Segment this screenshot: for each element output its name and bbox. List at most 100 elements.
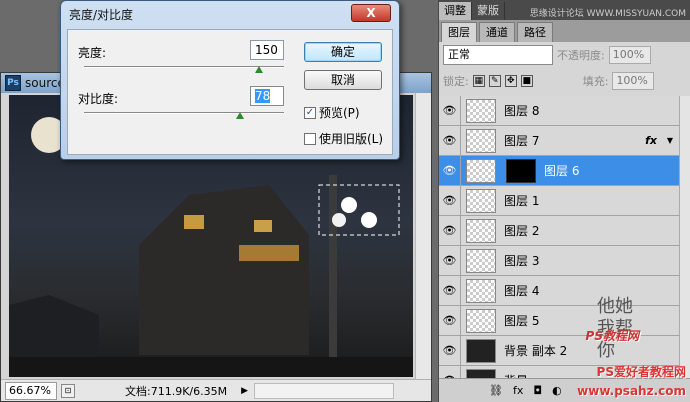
lock-all-icon[interactable]: ■ (520, 75, 533, 87)
lock-label: 锁定: (443, 75, 469, 88)
blend-row: 正常 不透明度: 100% (439, 42, 690, 68)
layer-row[interactable]: 👁 图层 1 (439, 185, 679, 216)
layer-name: 图层 3 (504, 254, 540, 268)
fill-label: 填充: (582, 75, 609, 88)
fill-input[interactable]: 100% (612, 72, 655, 90)
layer-thumbnail (466, 188, 496, 213)
checkbox-empty-icon (304, 132, 316, 145)
layer-thumbnail (466, 338, 496, 363)
horizontal-scrollbar[interactable] (254, 382, 395, 399)
eye-icon[interactable]: 👁 (439, 185, 461, 216)
legacy-checkbox[interactable]: 使用旧版(L) (304, 130, 383, 147)
eye-icon[interactable]: 👁 (439, 365, 461, 378)
document-info: 文档:711.9K/6.35M (125, 384, 228, 398)
checkmark-icon: ✓ (304, 106, 316, 119)
preview-checkbox[interactable]: ✓ 预览(P) (304, 104, 360, 121)
layer-name: 图层 7 (504, 134, 540, 148)
eye-icon[interactable]: 👁 (439, 125, 461, 156)
adjustment-icon[interactable]: ◐ (552, 384, 562, 397)
layer-row[interactable]: 👁 图层 2 (439, 215, 679, 246)
layer-row[interactable]: 👁 图层 3 (439, 245, 679, 276)
close-button[interactable]: X (351, 4, 391, 22)
eye-icon[interactable]: 👁 (439, 335, 461, 366)
contrast-value: 78 (255, 89, 271, 103)
layer-name: 图层 5 (504, 314, 540, 328)
window-light (184, 215, 204, 229)
layer-thumbnail (466, 98, 496, 123)
eye-icon[interactable]: 👁 (439, 155, 461, 186)
dialog-title: 亮度/对比度 (69, 7, 134, 22)
eye-icon[interactable]: 👁 (439, 245, 461, 276)
tab-layers[interactable]: 图层 (441, 22, 477, 42)
lamp-bulb (361, 212, 377, 228)
layer-row-selected[interactable]: 👁 图层 6 (439, 155, 679, 186)
photoshop-icon: Ps (5, 75, 21, 91)
opacity-input[interactable]: 100% (608, 46, 651, 64)
brightness-slider-track[interactable] (84, 66, 284, 68)
opacity-label: 不透明度: (557, 49, 605, 62)
eye-icon[interactable]: 👁 (439, 275, 461, 306)
layer-thumbnail (466, 128, 496, 153)
tab-paths[interactable]: 路径 (517, 22, 553, 42)
contrast-slider-thumb[interactable] (236, 112, 244, 119)
fx-icon[interactable]: fx (513, 384, 523, 397)
eye-icon[interactable]: 👁 (439, 215, 461, 246)
status-menu-icon[interactable]: ⊡ (61, 383, 75, 398)
layer-row[interactable]: 👁 图层 5 (439, 305, 679, 336)
layers-panel-area: 调整 蒙版 思缘设计论坛 WWW.MISSYUAN.COM 图层 通道 路径 正… (438, 0, 690, 402)
brightness-input[interactable]: 150 (250, 40, 284, 60)
layer-thumbnail (466, 158, 496, 183)
contrast-slider-track[interactable] (84, 112, 284, 114)
tab-adjustments[interactable]: 调整 (439, 2, 472, 20)
dialog-body: 亮度: 150 对比度: 78 确定 取消 ✓ 预览(P) 使用旧版(L) (67, 29, 393, 155)
cancel-button[interactable]: 取消 (304, 70, 382, 90)
brightness-slider-thumb[interactable] (255, 66, 263, 73)
lock-move-icon[interactable]: ✥ (504, 75, 517, 87)
watermark-bottom-1: PS爱好者教程网 (596, 365, 686, 379)
tab-channels[interactable]: 通道 (479, 22, 515, 42)
layer-row[interactable]: 👁 图层 7 fx ▼ (439, 125, 679, 156)
eye-icon[interactable]: 👁 (439, 96, 461, 126)
ground-shape (9, 357, 413, 377)
eye-icon[interactable]: 👁 (439, 305, 461, 336)
legacy-label: 使用旧版(L) (319, 132, 384, 146)
layer-thumbnail (466, 248, 496, 273)
layer-mask-thumbnail[interactable] (506, 158, 536, 183)
layer-row[interactable]: 👁 背景 副本 2 (439, 335, 679, 366)
layer-name: 背景 副本 2 (504, 344, 568, 358)
layer-thumbnail (466, 368, 496, 378)
lock-transparency-icon[interactable]: ▦ (472, 75, 485, 87)
preview-label: 预览(P) (319, 106, 360, 120)
expand-arrow-icon[interactable]: ▼ (667, 136, 673, 145)
layers-tab-bar: 图层 通道 路径 (439, 20, 690, 42)
ok-button[interactable]: 确定 (304, 42, 382, 62)
watermark-bottom-2: www.psahz.com (577, 384, 686, 398)
lock-brush-icon[interactable]: ✎ (488, 75, 501, 87)
layer-name: 图层 2 (504, 224, 540, 238)
window-light (239, 245, 299, 261)
watermark-top: 思缘设计论坛 WWW.MISSYUAN.COM (529, 9, 686, 19)
layer-thumbnail (466, 278, 496, 303)
zoom-field[interactable]: 66.67% (5, 381, 57, 400)
fx-icon[interactable]: fx (645, 134, 657, 147)
photoshop-workspace: Ps source 66.67% ⊡ 文档:711.9K/6.35M ▶ 亮度/… (0, 0, 690, 402)
layer-name: 图层 8 (504, 104, 540, 118)
layer-row[interactable]: 👁 图层 8 (439, 96, 679, 126)
contrast-input[interactable]: 78 (250, 86, 284, 106)
lamp-post (329, 175, 337, 365)
blend-mode-select[interactable]: 正常 (443, 45, 553, 65)
lock-row: 锁定: ▦ ✎ ✥ ■ 填充: 100% (439, 68, 690, 94)
brightness-label: 亮度: (78, 46, 107, 60)
lamp-bulb (332, 213, 346, 227)
mask-icon[interactable]: ◘ (533, 384, 542, 397)
watermark-mid: PS教程网 (585, 329, 639, 343)
window-light (254, 220, 272, 232)
layer-row[interactable]: 👁 图层 4 (439, 275, 679, 306)
vertical-scrollbar[interactable] (415, 93, 431, 379)
status-arrow-icon[interactable]: ▶ (241, 386, 248, 396)
lamp-bulb (341, 197, 357, 213)
link-icon[interactable]: ⛓ (489, 384, 503, 397)
layers-scrollbar[interactable] (679, 96, 690, 378)
tab-masks[interactable]: 蒙版 (472, 2, 505, 20)
layer-thumbnail (466, 308, 496, 333)
